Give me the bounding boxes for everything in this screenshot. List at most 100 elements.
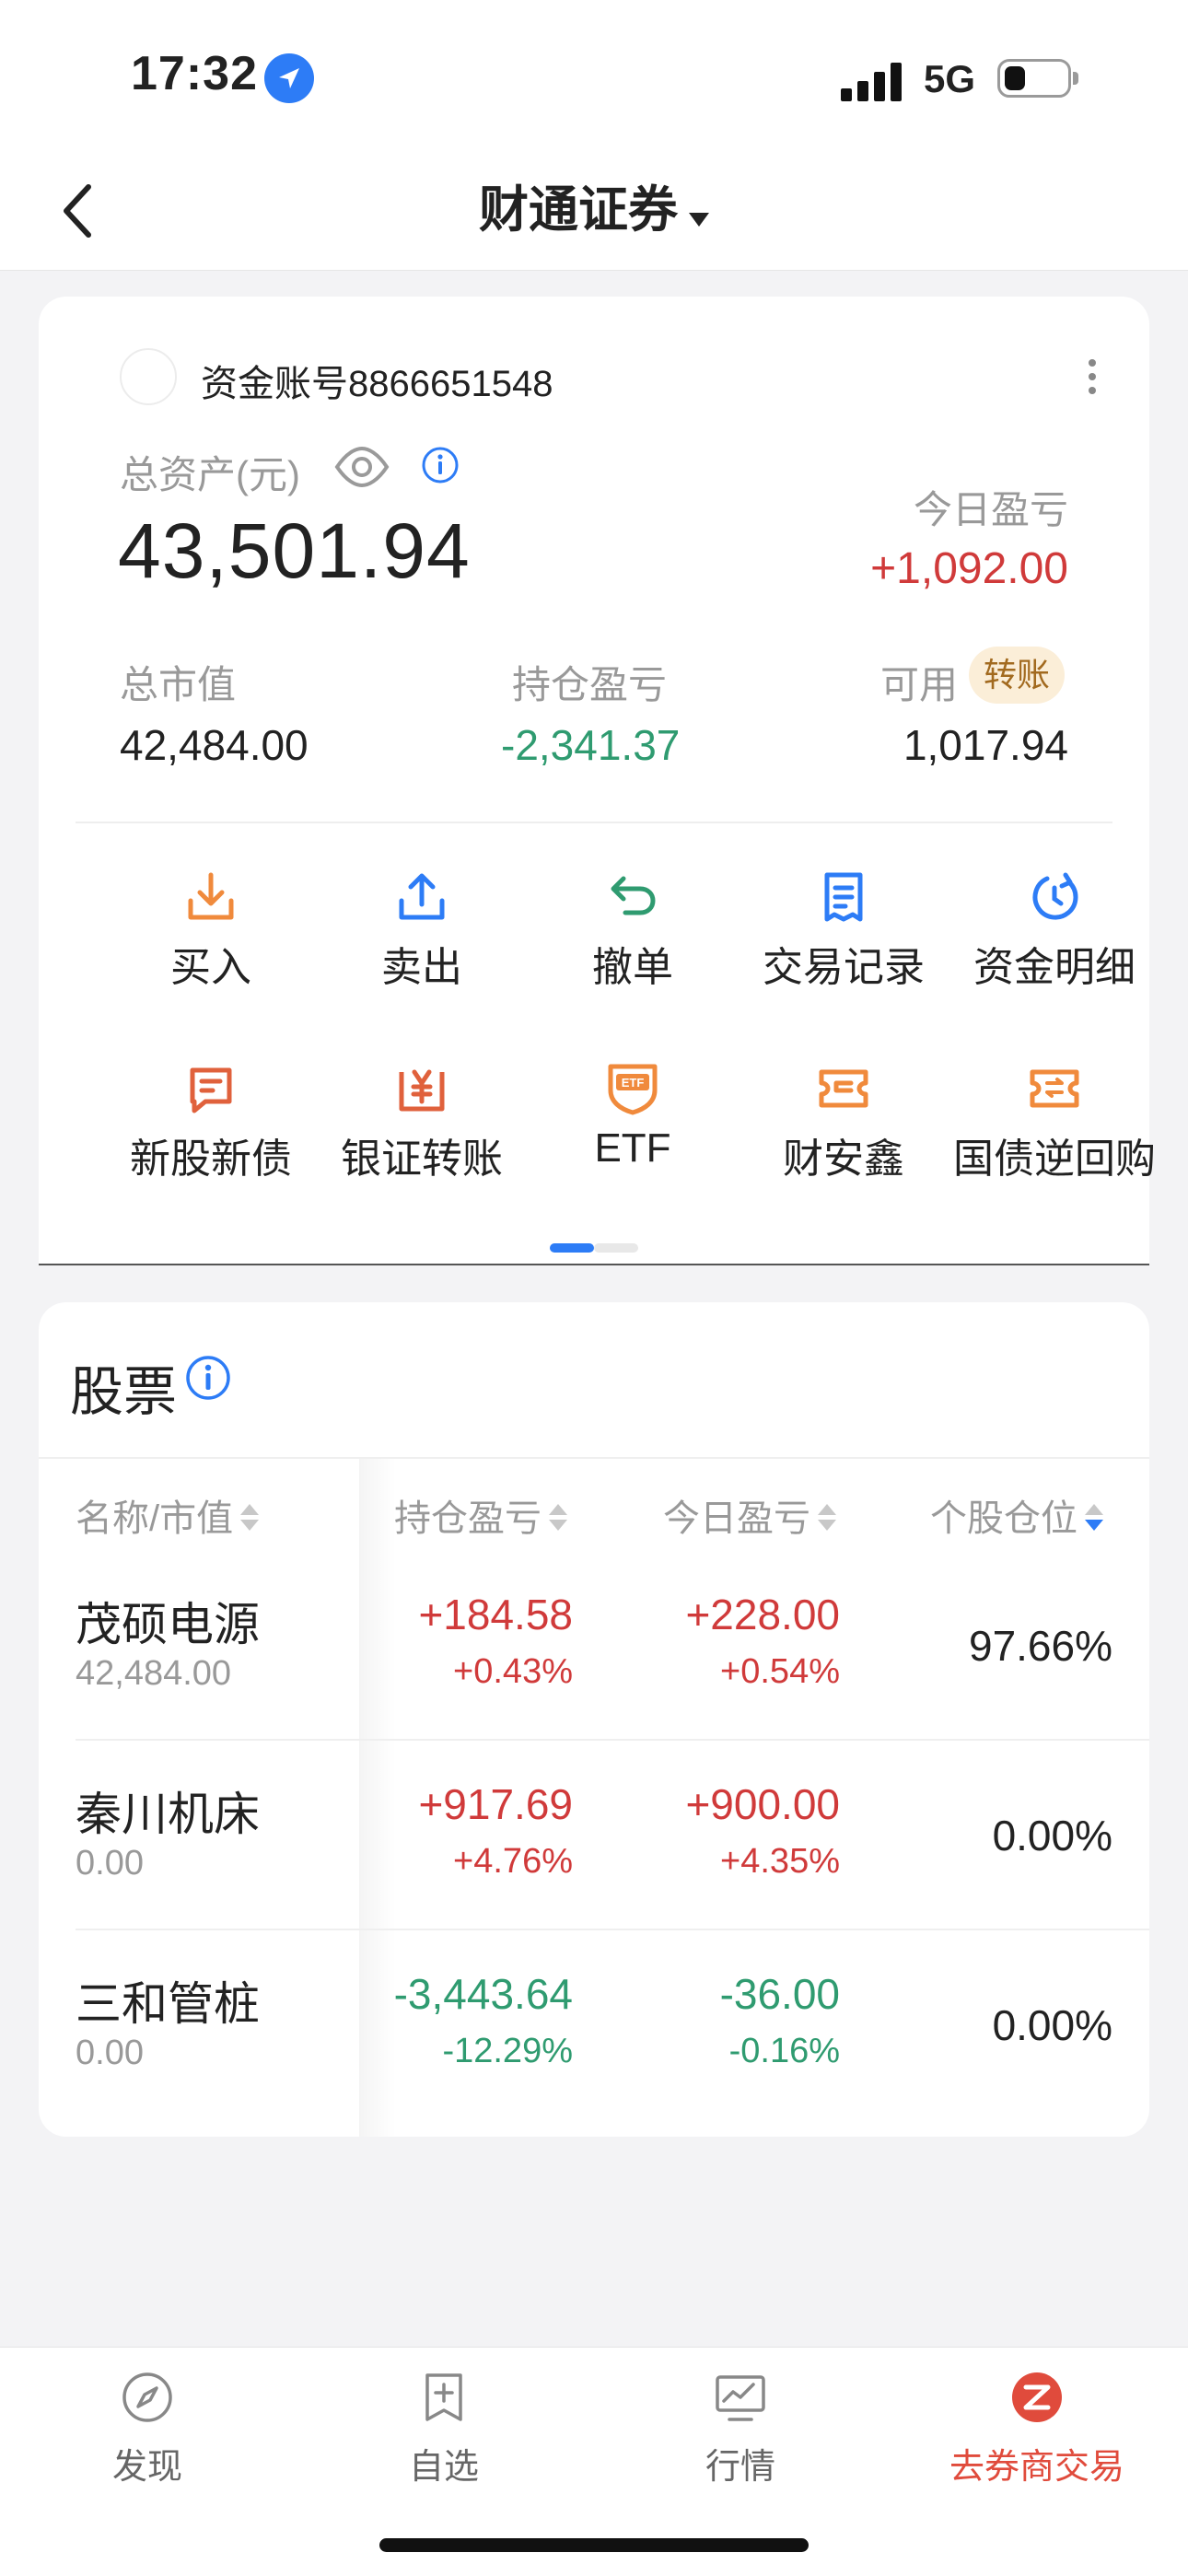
buy-button[interactable]: 买入 bbox=[105, 869, 317, 1044]
location-arrow-icon bbox=[264, 53, 314, 103]
eye-icon[interactable] bbox=[333, 438, 390, 495]
column-header-position[interactable]: 个股仓位 bbox=[930, 1488, 1103, 1542]
today-pl-percent: -0.16% bbox=[728, 2032, 840, 2070]
column-header-name[interactable]: 名称/市值 bbox=[76, 1488, 260, 1542]
column-header-label: 今日盈亏 bbox=[663, 1498, 810, 1539]
column-header-label: 名称/市值 bbox=[76, 1498, 234, 1539]
message-doc-icon bbox=[183, 1061, 239, 1116]
reverse-repo-label: 国债逆回购 bbox=[953, 1136, 1156, 1182]
account-summary-card: 资金账号8866651548 总资产(元) 43,501.94 今日盈亏 +1,… bbox=[39, 297, 1156, 1265]
divider bbox=[39, 1457, 1149, 1459]
page-title: 财通证券 bbox=[479, 182, 678, 238]
ticket-icon bbox=[816, 1061, 871, 1116]
market-value: 42,484.00 bbox=[120, 721, 309, 769]
stock-name: 秦川机床 bbox=[76, 1789, 260, 1840]
broker-trade-icon bbox=[1012, 2372, 1062, 2422]
page-indicator bbox=[550, 1243, 638, 1253]
refresh-circle-icon bbox=[1027, 869, 1082, 925]
stock-name: 茂硕电源 bbox=[76, 1599, 260, 1650]
position-percent: 0.00% bbox=[992, 2001, 1112, 2049]
sort-icon bbox=[549, 1502, 567, 1533]
stock-market-value: 0.00 bbox=[76, 2034, 144, 2072]
bank-transfer-button[interactable]: 银证转账 bbox=[316, 1061, 528, 1236]
tab-label: 行情 bbox=[705, 2448, 775, 2487]
hold-pl-amount: +184.58 bbox=[418, 1591, 573, 1638]
ipo-bonds-button[interactable]: 新股新债 bbox=[105, 1061, 317, 1236]
home-indicator[interactable] bbox=[379, 2538, 809, 2552]
hold-pl-amount: -3,443.64 bbox=[393, 1970, 573, 2018]
account-number: 资金账号8866651548 bbox=[201, 364, 553, 404]
tab-label: 自选 bbox=[408, 2448, 479, 2487]
sort-icon bbox=[240, 1502, 260, 1533]
position-percent: 97.66% bbox=[968, 1622, 1112, 1670]
caianxin-button[interactable]: 财安鑫 bbox=[738, 1061, 949, 1236]
fund-details-button[interactable]: 资金明细 bbox=[949, 869, 1160, 1044]
column-header-label: 持仓盈亏 bbox=[394, 1498, 542, 1539]
column-header-today-pl[interactable]: 今日盈亏 bbox=[663, 1488, 836, 1542]
stock-name: 三和管桩 bbox=[76, 1978, 260, 2030]
transfer-button[interactable]: 转账 bbox=[969, 647, 1065, 704]
sell-button[interactable]: 卖出 bbox=[316, 869, 528, 1044]
available-label: 可用 bbox=[880, 663, 959, 706]
table-row[interactable]: 三和管桩 0.00 -3,443.64 -12.29% -36.00 -0.16% 0.00… bbox=[39, 1930, 1149, 2120]
today-pl-percent: +0.54% bbox=[720, 1652, 840, 1691]
today-pl-amount: +228.00 bbox=[685, 1591, 840, 1638]
cellular-signal-icon bbox=[841, 61, 905, 101]
hold-pl-percent: -12.29% bbox=[442, 2032, 573, 2070]
broker-selector[interactable]: 财通证券 bbox=[0, 176, 1188, 244]
svg-text:ETF: ETF bbox=[622, 1076, 645, 1090]
compass-icon bbox=[122, 2372, 172, 2422]
total-assets-label: 总资产(元) bbox=[120, 453, 300, 496]
position-percent: 0.00% bbox=[992, 1812, 1112, 1859]
tab-broker-trade[interactable]: 去券商交易 bbox=[890, 2370, 1184, 2499]
upload-icon bbox=[394, 869, 449, 925]
today-pl-percent: +4.35% bbox=[720, 1842, 840, 1881]
column-header-hold-pl[interactable]: 持仓盈亏 bbox=[394, 1488, 567, 1542]
hold-pl-percent: +4.76% bbox=[453, 1842, 573, 1881]
trade-records-button[interactable]: 交易记录 bbox=[738, 869, 949, 1044]
status-bar: 17:32 5G bbox=[0, 0, 1188, 152]
info-icon[interactable] bbox=[421, 446, 460, 484]
tab-label: 去券商交易 bbox=[949, 2448, 1124, 2487]
more-options-icon[interactable] bbox=[1089, 359, 1098, 396]
battery-icon bbox=[997, 59, 1078, 98]
stock-market-value: 42,484.00 bbox=[76, 1654, 232, 1693]
sort-desc-icon bbox=[1085, 1502, 1103, 1533]
sort-icon bbox=[818, 1502, 836, 1533]
hold-pl-amount: +917.69 bbox=[418, 1780, 573, 1828]
today-pl-value: +1,092.00 bbox=[870, 544, 1068, 593]
total-assets-value: 43,501.94 bbox=[118, 507, 471, 594]
nav-bar: 财通证券 bbox=[0, 152, 1188, 271]
page-dot-active bbox=[550, 1243, 594, 1253]
etf-button[interactable]: ETF ETF bbox=[527, 1061, 739, 1236]
holding-pl-label: 持仓盈亏 bbox=[512, 663, 668, 706]
reverse-repo-button[interactable]: 国债逆回购 bbox=[949, 1061, 1160, 1236]
add-bookmark-icon bbox=[425, 2373, 462, 2421]
available-value: 1,017.94 bbox=[903, 721, 1068, 769]
market-value-label: 总市值 bbox=[120, 663, 237, 706]
tab-market[interactable]: 行情 bbox=[593, 2370, 888, 2499]
section-title: 股票 bbox=[70, 1362, 178, 1422]
stock-market-value: 0.00 bbox=[76, 1844, 144, 1882]
tab-discover[interactable]: 发现 bbox=[0, 2370, 295, 2499]
cancel-order-button[interactable]: 撤单 bbox=[527, 869, 739, 1044]
broker-avatar bbox=[120, 348, 177, 405]
status-time: 17:32 bbox=[131, 47, 258, 100]
table-row[interactable]: 茂硕电源 42,484.00 +184.58 +0.43% +228.00 +0.54% 9… bbox=[39, 1551, 1149, 1741]
undo-icon bbox=[605, 869, 660, 925]
tab-label: 发现 bbox=[111, 2448, 182, 2487]
yen-transfer-icon bbox=[394, 1061, 449, 1116]
stocks-card: 股票 名称/市值 持仓盈亏 今日盈亏 个股仓位 茂硕电源 42,484.00 +18… bbox=[39, 1302, 1149, 2137]
divider bbox=[76, 822, 1112, 823]
info-icon[interactable] bbox=[184, 1354, 232, 1402]
download-icon bbox=[183, 869, 239, 925]
exchange-ticket-icon bbox=[1027, 1061, 1082, 1116]
tab-watchlist[interactable]: 自选 bbox=[297, 2370, 591, 2499]
record-list-icon bbox=[816, 869, 871, 925]
table-row[interactable]: 秦川机床 0.00 +917.69 +4.76% +900.00 +4.35% 0.00% bbox=[39, 1741, 1149, 1930]
hold-pl-percent: +0.43% bbox=[453, 1652, 573, 1691]
column-header-label: 个股仓位 bbox=[930, 1498, 1077, 1539]
today-pl-label: 今日盈亏 bbox=[913, 488, 1068, 531]
etf-badge-icon: ETF bbox=[605, 1061, 660, 1116]
network-type: 5G bbox=[924, 57, 976, 100]
